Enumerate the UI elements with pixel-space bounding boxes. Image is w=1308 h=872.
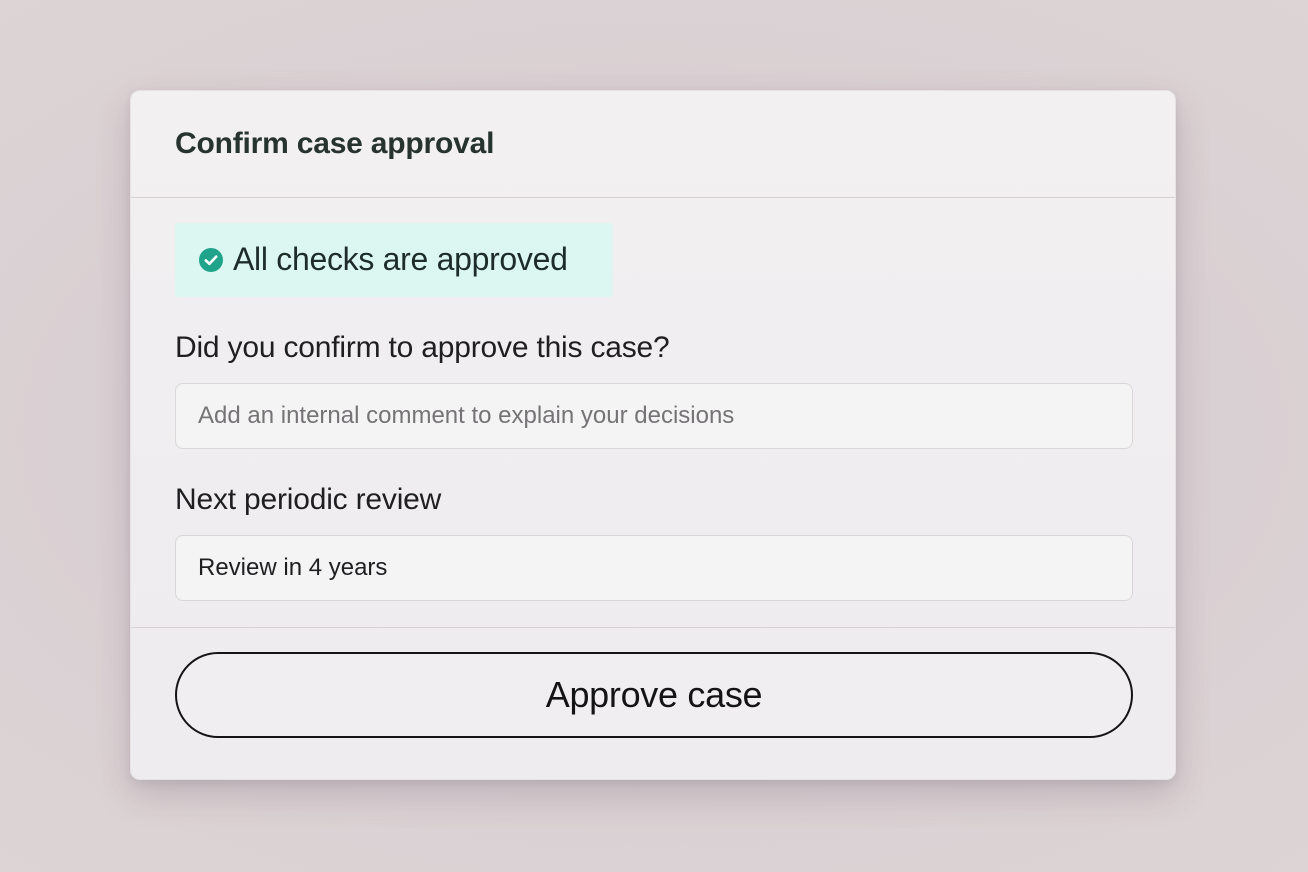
periodic-review-select[interactable]: Review in 4 years xyxy=(175,535,1133,601)
periodic-review-value: Review in 4 years xyxy=(198,554,388,581)
internal-comment-input[interactable] xyxy=(175,383,1133,449)
status-text: All checks are approved xyxy=(233,241,568,277)
status-banner: All checks are approved xyxy=(175,223,613,297)
check-circle-icon xyxy=(199,248,223,272)
approve-case-button[interactable]: Approve case xyxy=(175,652,1133,738)
dialog-title: Confirm case approval xyxy=(175,127,495,160)
periodic-review-label: Next periodic review xyxy=(175,483,442,516)
footer-divider xyxy=(131,627,1175,628)
dialog-header: Confirm case approval xyxy=(131,91,1175,198)
confirm-question-label: Did you confirm to approve this case? xyxy=(175,331,670,364)
confirm-approval-dialog: Confirm case approval All checks are app… xyxy=(130,90,1176,780)
